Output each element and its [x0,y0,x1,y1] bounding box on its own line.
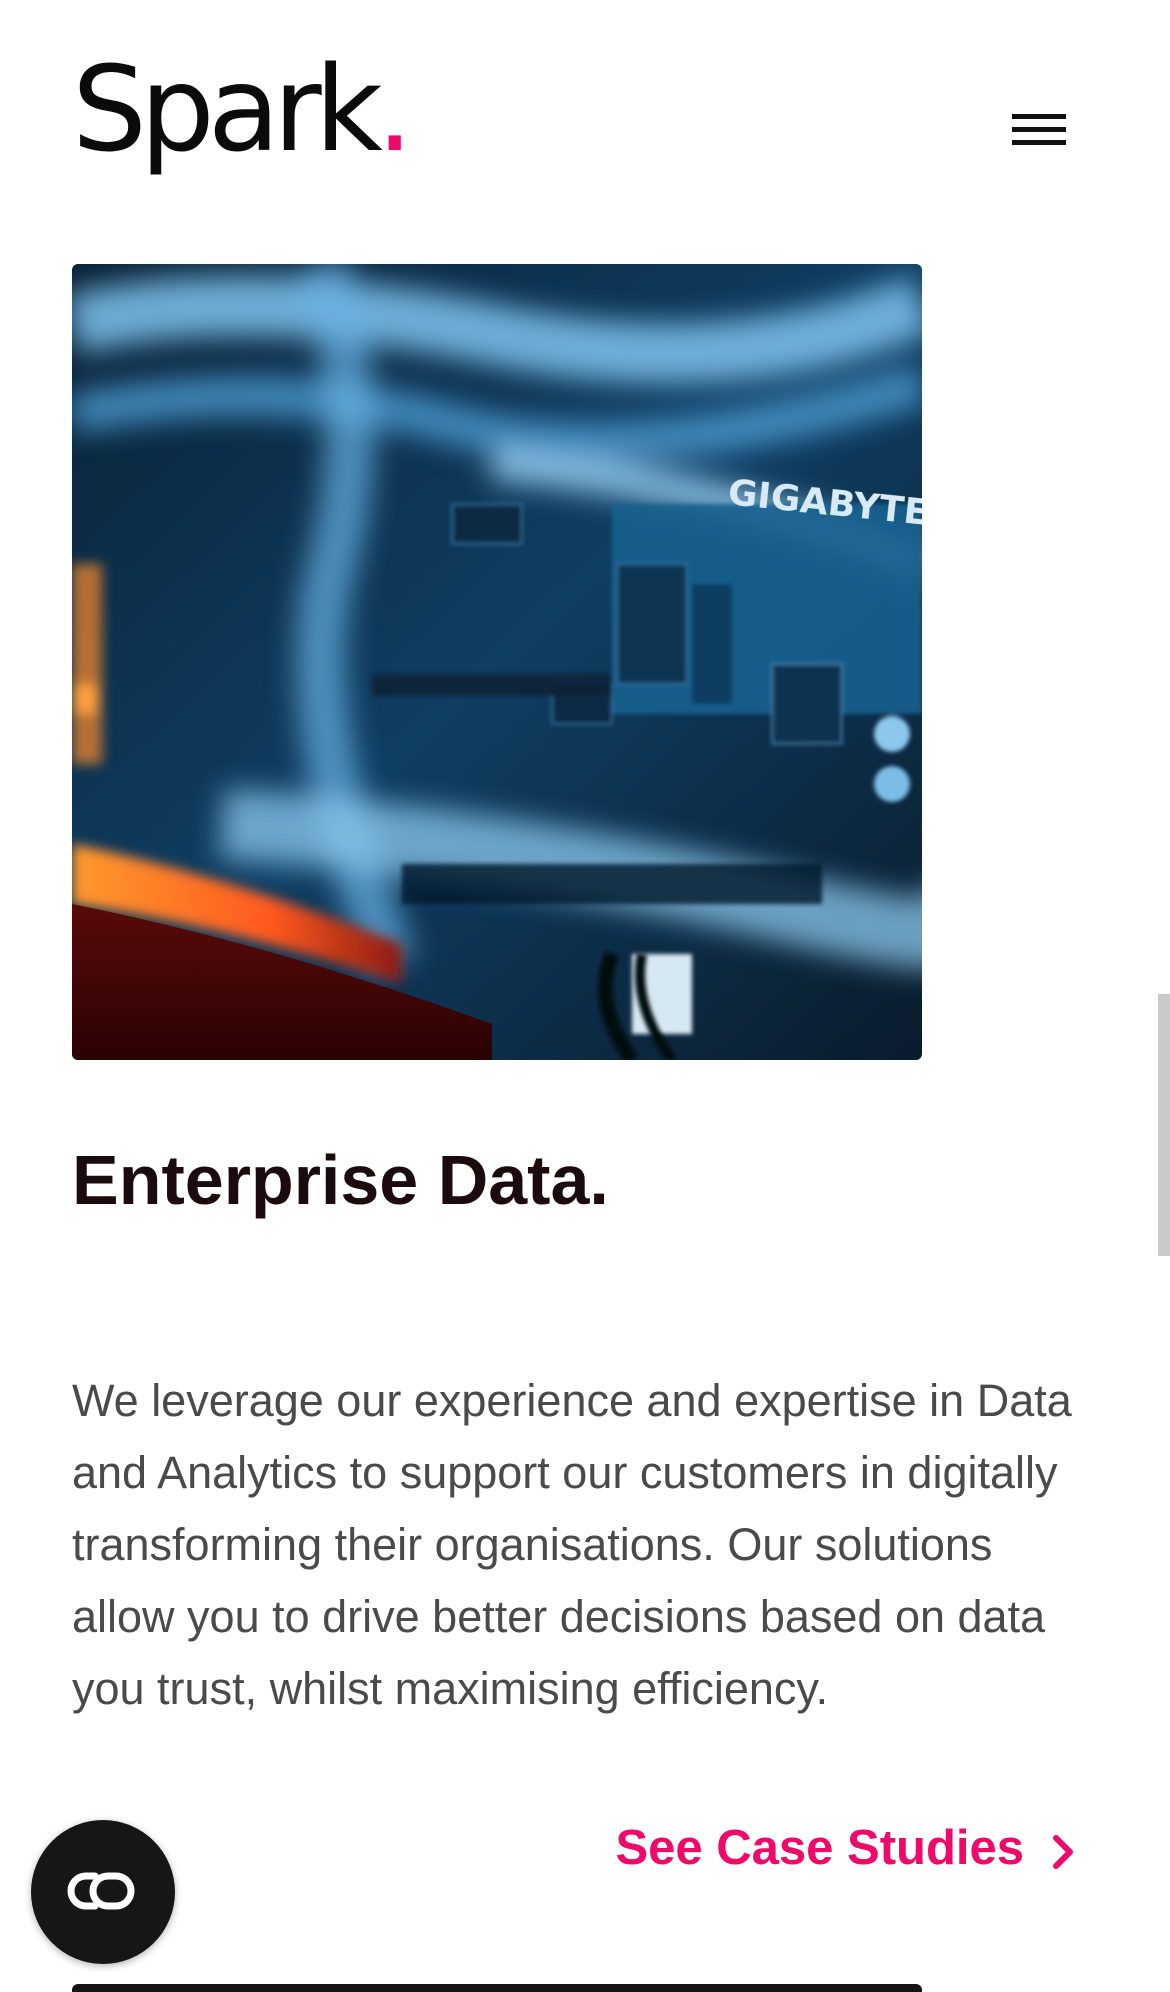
motherboard-image: GIGABYTE [72,264,922,1060]
chevron-right-icon [1050,1828,1078,1869]
hamburger-menu-icon [1012,114,1066,119]
spark-logo[interactable]: Spark. [72,50,413,168]
section-title: Enterprise Data. [72,1141,609,1219]
accessibility-button[interactable] [31,1820,175,1964]
logo-text: Spark [72,40,383,178]
menu-button[interactable] [1000,106,1066,156]
next-section-image [72,1984,922,1992]
logo-dot: . [375,40,414,178]
see-case-studies-link[interactable]: See Case Studies [615,1820,1078,1876]
accessibility-toggle-icon [67,1872,135,1910]
scrollbar-thumb[interactable] [1158,994,1170,1256]
section-description: We leverage our experience and expertise… [72,1375,1072,1714]
see-case-studies-label: See Case Studies [615,1821,1024,1875]
site-header: Spark. [0,0,1170,230]
